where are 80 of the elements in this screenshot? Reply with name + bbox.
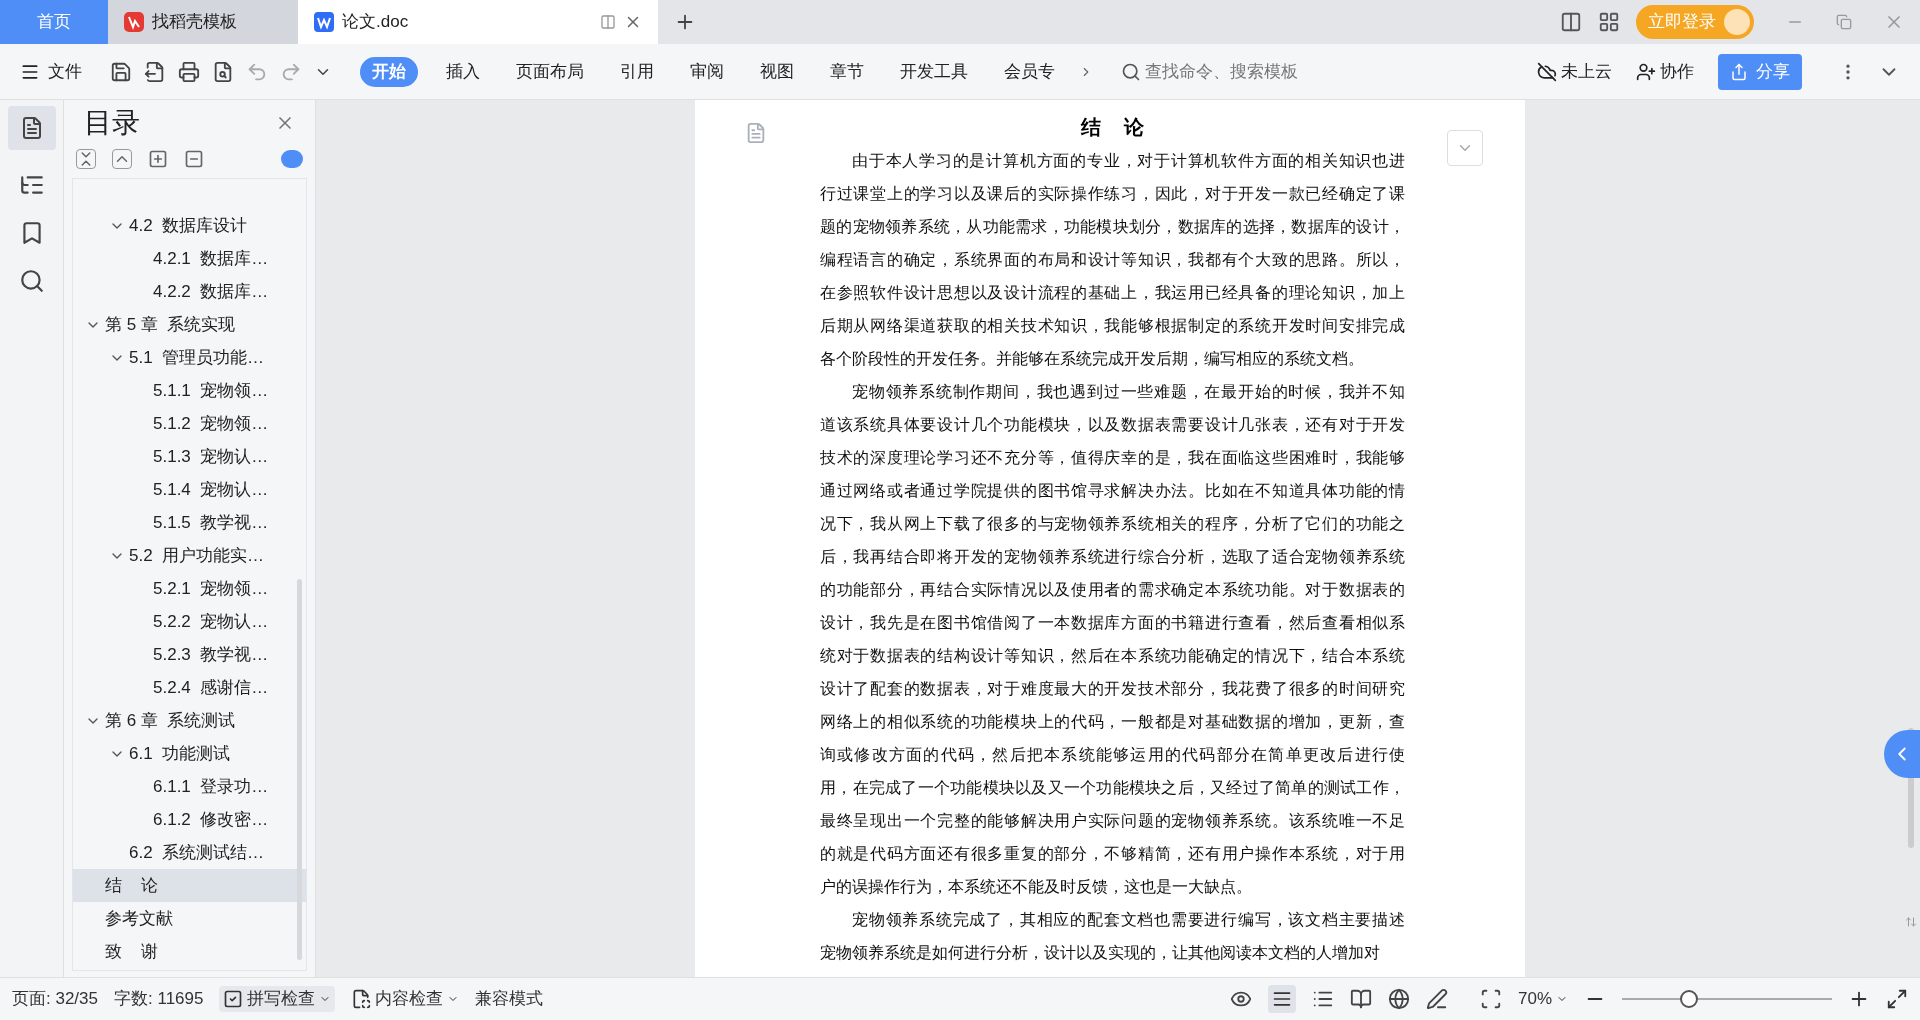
avatar-icon (1724, 9, 1750, 35)
toc-panel-button[interactable] (7, 106, 56, 150)
paragraph: 由于本人学习的是计算机方面的专业，对于计算机软件方面的相关知识也进 行过课堂上的学习以及课后的实际操作练习，因此，对于开发一款已经确定了课 题的宠物领养系统，从功能需求，功能模块划分，数据库的选择，数据库的设计， 编程语言的确定，系统界面的布局和设计等知识，我都有个大致的思路。所以， 在参照软件设计思想以及设计流程的基础上，我运用已经具备的理论知识，加上 后期从网络渠道获取的相关技术知识，我能够根据制定的系统开发时间安排完成 各个阶段性的开发任务。并能够在系统完成开发后期，编写相应的系统文档。 (820, 151, 1405, 369)
check-icon (223, 989, 244, 1009)
side-panel-toggle[interactable] (1884, 730, 1920, 778)
toc-item[interactable]: 5.2.2 宠物认… (73, 605, 306, 638)
scan-icon (351, 989, 372, 1009)
page-count[interactable]: 页面: 32/35 (12, 986, 98, 1012)
ribbon-tab[interactable]: 开发工具 (888, 56, 980, 87)
ribbon-tab[interactable]: 视图 (748, 56, 806, 87)
scrollbar[interactable] (297, 579, 302, 960)
toc-item[interactable]: 5.1.1 宠物领… (73, 374, 306, 407)
document-tab[interactable]: 论文.doc (298, 0, 658, 44)
print-icon[interactable] (178, 60, 200, 83)
preview-icon[interactable] (212, 60, 234, 83)
file-menu[interactable]: 文件 (20, 58, 82, 85)
toc-item[interactable]: 结 论 (73, 869, 306, 902)
toc-title: 目录 (84, 106, 140, 140)
zoom-level[interactable]: 70% (1517, 986, 1568, 1012)
toc-item[interactable]: 5.2 用户功能实… (73, 539, 306, 572)
toc-item[interactable]: 6.2 系统测试结… (73, 836, 306, 869)
toc-item[interactable]: 6.1.1 登录功… (73, 770, 306, 803)
toc-item[interactable]: 5.1.4 宠物认… (73, 473, 306, 506)
spell-check-button[interactable]: 拼写检查 (219, 986, 336, 1012)
collapse-all-icon[interactable] (76, 149, 96, 169)
search-icon[interactable] (18, 268, 45, 294)
toc-item[interactable]: 5.2.3 教学视… (73, 638, 306, 671)
toc-item[interactable]: 4.2 数据库设计 (73, 209, 306, 242)
export-icon[interactable] (144, 60, 166, 83)
search-field[interactable]: 查找命令、搜索模板 (1121, 58, 1321, 85)
paragraph: 宠物领养系统完成了，其相应的配套文档也需要进行编写，该文档主要描述 宠物领养系统是如何进行分析，设计以及实现的，让其他阅读本文档的人增加对 (820, 910, 1405, 963)
compatibility-mode[interactable]: 兼容模式 (475, 986, 544, 1012)
document-logo-icon (314, 12, 334, 32)
toc-item[interactable]: 5.2.1 宠物领… (73, 572, 306, 605)
expand-icon[interactable] (148, 149, 168, 169)
ribbon-tab[interactable]: 审阅 (678, 56, 736, 87)
content-check-button[interactable]: 内容检查 (351, 986, 460, 1012)
toc-item[interactable]: 参考文献 (73, 902, 306, 935)
search-icon (1121, 61, 1141, 82)
web-view-icon[interactable] (1387, 988, 1410, 1010)
toc-item[interactable]: 第 6 章 系统测试 (73, 704, 306, 737)
reading-view-icon[interactable] (1349, 988, 1372, 1010)
document-tab[interactable]: 找稻壳模板 (108, 0, 298, 44)
collapse-icon[interactable] (184, 149, 204, 169)
user-add-icon (1636, 61, 1656, 82)
share-icon (1730, 62, 1748, 81)
page-view-button[interactable] (1267, 985, 1296, 1013)
toc-item[interactable]: 致 谢 (73, 935, 306, 968)
toc-item[interactable]: 6.1.2 修改密… (73, 803, 306, 836)
ribbon-tab[interactable]: 引用 (608, 56, 666, 87)
toc-item[interactable]: 5.1 管理员功能… (73, 341, 306, 374)
fit-page-icon[interactable] (1479, 988, 1502, 1010)
ribbon-tab[interactable]: 会员专 (992, 56, 1067, 87)
pen-icon[interactable] (1425, 988, 1448, 1010)
toc-item[interactable]: 4.2.1 数据库… (73, 242, 306, 275)
toc-item[interactable]: 5.1.5 教学视… (73, 506, 306, 539)
paragraph: 宠物领养系统制作期间，我也遇到过一些难题，在最开始的时候，我并不知 道该系统具体要设计几个功能模块，以及数据表需要设计几张表，还有对于开发 技术的深度理论学习还不充分等，值得庆幸的是，我在面临这些困难时，我能够 通过网络或者通过学院提供的图书馆寻求解决办法。比如在不知道具体功能的情 况下，我从网上下载了很多的与宠物领养系统相关的程序，分析了它们的功能之 后，我再结合即将开发的宠物领养系统进行综合分析，选取了适合宠物领养系统 的功能部分，再结合实际情况以及使用者的需求确定本系统功能。对于数据表的 设计，我先是在图书馆借阅了一本数据库方面的书籍进行查看，然后查看相似系 统对于数据表的结构设计等知识，然后在本系统功能确定的情况下，结合本系统 设计了配套的数据表，对于难度最大的开发技术部分，我花费了很多的时间研究 网络上的相似系统的功能模块上的代码，一般都是对基础数据的增加，更新，查 询或修改方面的代码，然后把本系统能够运用的代码部分在简单更改后进行使 用，在完成了一个功能模块以及又一个功能模块之后，又经过了简单的测试工作， 最终呈现出一个完整的能够解决用户实际问题的宠物领养系统。该系统唯一不足 的就是代码方面还有很多重复的部分，不够精简，还有用户操作本系统，对于用 户的误操作行为，本系统还不能及时反馈，这也是一大缺点。 (820, 382, 1405, 897)
toc-item[interactable]: 5.1.2 宠物领… (73, 407, 306, 440)
toc-item[interactable]: 5.1.3 宠物认… (73, 440, 306, 473)
scrollbar[interactable] (1908, 728, 1914, 848)
page-view-icon (1271, 989, 1292, 1009)
save-icon[interactable] (110, 60, 132, 83)
up-level-icon[interactable] (112, 149, 132, 169)
layout-icon[interactable] (1560, 11, 1582, 33)
toc-item[interactable]: 5.2.4 感谢信… (73, 671, 306, 704)
zoom-slider-thumb[interactable] (1680, 990, 1699, 1008)
toc-item[interactable]: 4.2.2 数据库… (73, 275, 306, 308)
collaborate-button[interactable]: 协作 (1636, 58, 1694, 85)
logo-icon (124, 12, 144, 32)
ribbon-tab[interactable]: 页面布局 (504, 56, 596, 87)
apps-grid-icon[interactable] (1598, 11, 1620, 33)
toc-item[interactable]: 6.1 功能测试 (73, 737, 306, 770)
cloud-icon (1537, 61, 1557, 82)
document-title: 结 论 (1079, 115, 1145, 140)
toc-item[interactable]: 第 5 章 系统实现 (73, 308, 306, 341)
cloud-status[interactable]: 未上云 (1537, 58, 1612, 85)
word-count[interactable]: 字数: 11695 (114, 986, 204, 1012)
ribbon-tab[interactable]: 章节 (818, 56, 876, 87)
fullscreen-icon[interactable] (1886, 988, 1908, 1010)
ribbon-tab[interactable]: 插入 (434, 56, 492, 87)
